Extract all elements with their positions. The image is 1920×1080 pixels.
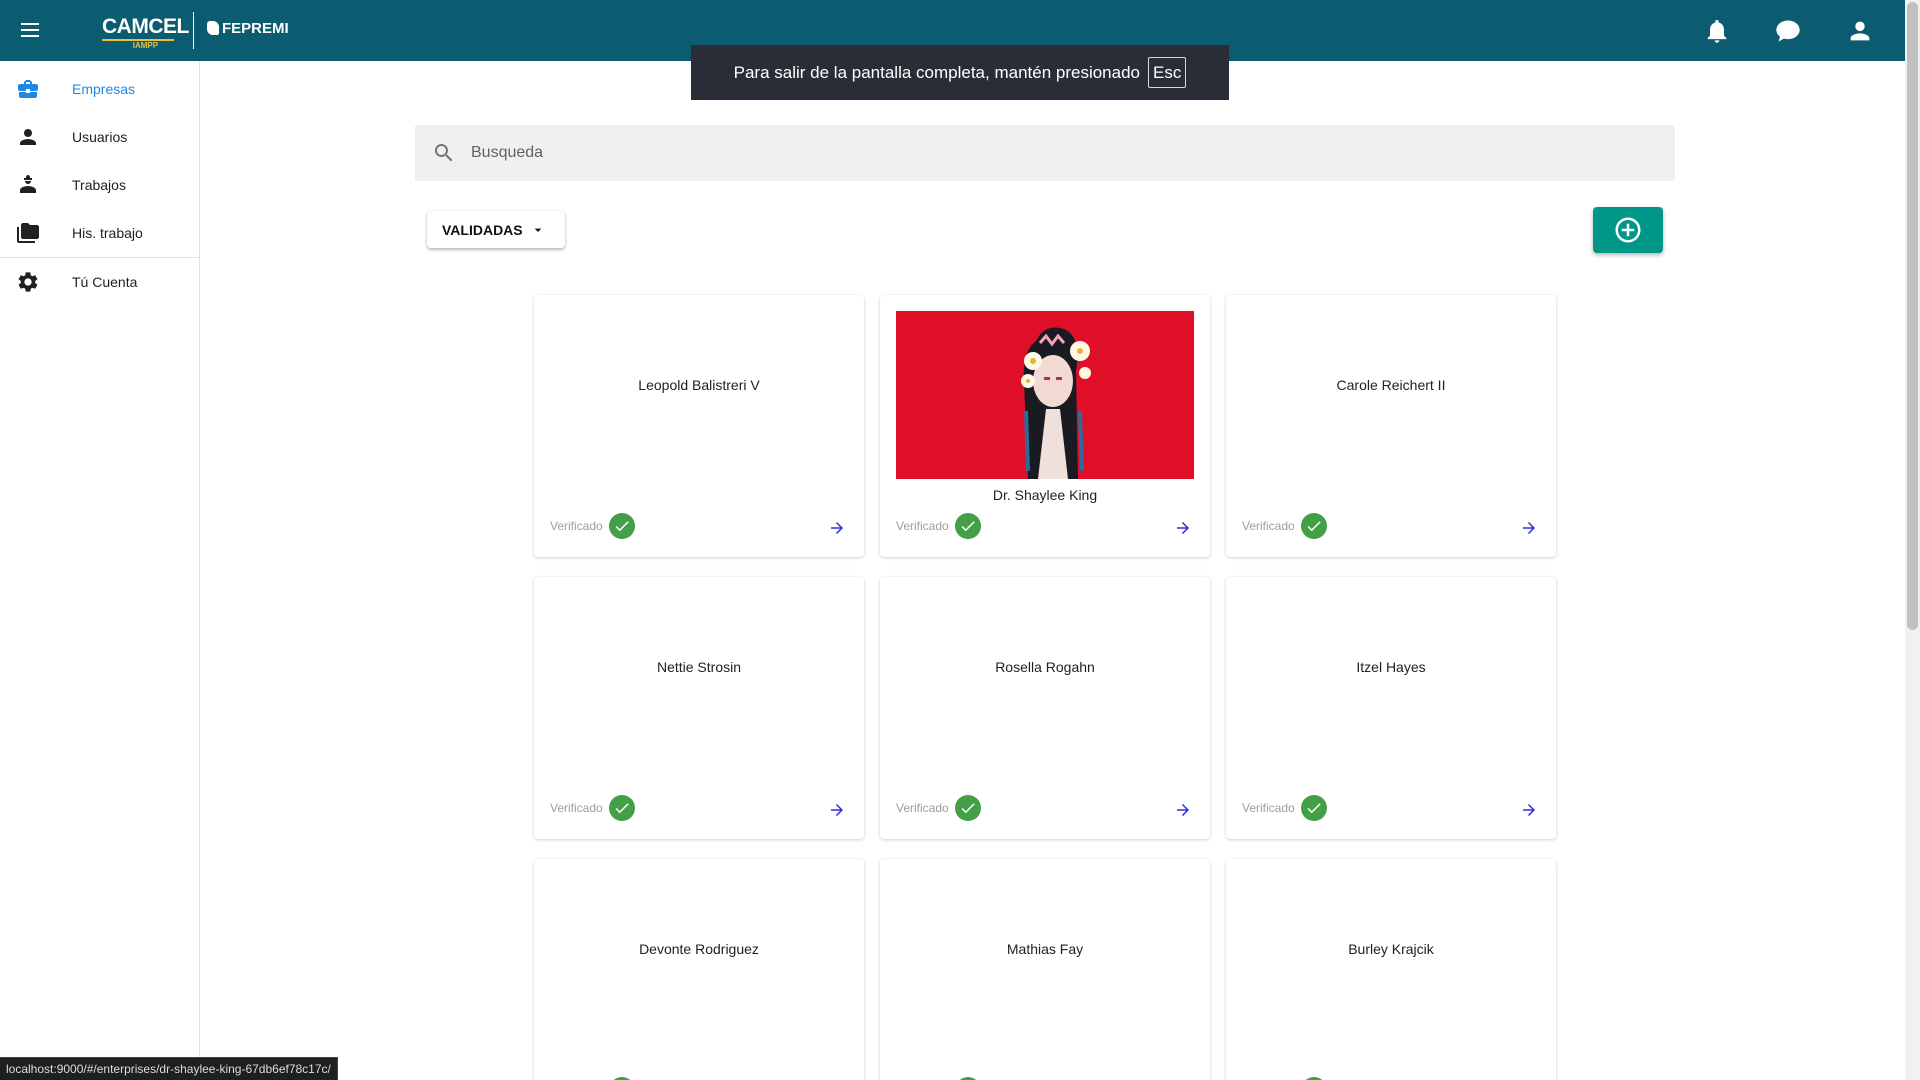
sidebar-item-tu-cuenta[interactable]: Tú Cuenta xyxy=(0,258,199,306)
scrollbar-thumb[interactable] xyxy=(1907,2,1918,630)
enterprise-image xyxy=(896,311,1194,479)
camcel-logo-sub: IAMPP xyxy=(132,41,159,50)
check-circle-icon xyxy=(608,513,635,539)
chat-icon[interactable] xyxy=(1774,17,1802,45)
link-status-bar: localhost:9000/#/enterprises/dr-shaylee-… xyxy=(0,1057,338,1080)
check-circle-icon xyxy=(608,795,635,821)
arrow-right-icon[interactable] xyxy=(1174,519,1192,537)
verified-label: Verificado xyxy=(1242,519,1295,533)
bell-icon[interactable] xyxy=(1703,17,1731,45)
verified-status: Verificado xyxy=(550,795,635,821)
verified-label: Verificado xyxy=(896,801,949,815)
add-enterprise-button[interactable] xyxy=(1593,207,1663,253)
sidebar-item-label: Usuarios xyxy=(72,129,128,145)
sidebar-item-label: Tú Cuenta xyxy=(72,274,138,290)
add-circle-icon xyxy=(1615,217,1641,243)
enterprise-card[interactable]: Devonte RodriguezVerificado xyxy=(534,859,864,1080)
sidebar-item-label: His. trabajo xyxy=(72,225,143,241)
enterprise-name: Carole Reichert II xyxy=(1336,377,1446,393)
arrow-right-icon[interactable] xyxy=(1520,801,1538,819)
sidebar: Empresas Usuarios Trabajos His. trabajo … xyxy=(0,61,200,1080)
enterprise-name: Nettie Strosin xyxy=(656,659,742,675)
fullscreen-notice-text: Para salir de la pantalla completa, mant… xyxy=(733,62,1140,82)
gear-icon xyxy=(16,270,40,294)
arrow-right-icon[interactable] xyxy=(1174,801,1192,819)
verified-status: Verificado xyxy=(1242,513,1327,539)
enterprise-name: Rosella Rogahn xyxy=(995,659,1095,675)
fullscreen-notice: Para salir de la pantalla completa, mant… xyxy=(691,45,1229,100)
sidebar-item-label: Trabajos xyxy=(72,177,126,193)
sidebar-item-usuarios[interactable]: Usuarios xyxy=(0,113,199,161)
verified-label: Verificado xyxy=(896,519,949,533)
check-circle-icon xyxy=(1300,513,1327,539)
check-circle-icon xyxy=(954,795,981,821)
caret-down-icon xyxy=(530,222,546,238)
verified-status: Verificado xyxy=(1242,795,1327,821)
arrow-right-icon[interactable] xyxy=(828,801,846,819)
sidebar-item-trabajos[interactable]: Trabajos xyxy=(0,161,199,209)
filter-selected-label: VALIDADAS xyxy=(442,222,523,238)
sidebar-item-empresas[interactable]: Empresas xyxy=(0,65,199,113)
enterprise-name: Itzel Hayes xyxy=(1356,659,1426,675)
filter-dropdown[interactable]: VALIDADAS xyxy=(427,211,565,248)
verified-label: Verificado xyxy=(550,801,603,815)
enterprise-name: Dr. Shaylee King xyxy=(992,487,1098,503)
enterprise-card[interactable]: Dr. Shaylee King Verificado xyxy=(880,295,1210,557)
sidebar-item-his-trabajo[interactable]: His. trabajo xyxy=(0,209,199,257)
enterprise-card[interactable]: Itzel Hayes Verificado xyxy=(1226,577,1556,839)
verified-label: Verificado xyxy=(550,519,603,533)
verified-status: Verificado xyxy=(896,795,981,821)
enterprise-name: Mathias Fay xyxy=(1006,941,1084,957)
account-icon[interactable] xyxy=(1846,17,1874,45)
enterprise-card[interactable]: Nettie Strosin Verificado xyxy=(534,577,864,839)
verified-status: Verificado xyxy=(550,513,635,539)
search-bar xyxy=(415,125,1675,181)
enterprise-card[interactable]: Rosella Rogahn Verificado xyxy=(880,577,1210,839)
enterprise-card[interactable]: Burley KrajcikVerificado xyxy=(1226,859,1556,1080)
enterprise-name: Devonte Rodriguez xyxy=(639,941,759,957)
worker-icon xyxy=(16,173,40,197)
esc-key-badge: Esc xyxy=(1148,57,1187,88)
enterprise-card[interactable]: Leopold Balistreri V Verificado xyxy=(534,295,864,557)
arrow-right-icon[interactable] xyxy=(828,519,846,537)
sidebar-item-label: Empresas xyxy=(72,81,136,97)
verified-status: Verificado xyxy=(896,513,981,539)
fepremi-logo-text: FEPREMI xyxy=(222,20,289,37)
enterprise-name: Leopold Balistreri V xyxy=(638,377,760,393)
camcel-logo: CAMCEL IAMPP xyxy=(102,16,189,50)
enterprise-name: Burley Krajcik xyxy=(1348,941,1434,957)
briefcase-icon xyxy=(16,77,40,101)
arrow-right-icon[interactable] xyxy=(1520,519,1538,537)
check-circle-icon xyxy=(954,513,981,539)
menu-icon[interactable] xyxy=(16,16,44,44)
folder-icon xyxy=(16,221,40,245)
enterprise-card[interactable]: Carole Reichert II Verificado xyxy=(1226,295,1556,557)
verified-label: Verificado xyxy=(1242,801,1295,815)
search-icon xyxy=(432,141,456,165)
fepremi-logo: FEPREMI xyxy=(207,21,289,36)
enterprise-card[interactable]: Mathias FayVerificado xyxy=(880,859,1210,1080)
person-icon xyxy=(16,125,40,149)
search-input[interactable] xyxy=(471,125,1651,181)
check-circle-icon xyxy=(1300,795,1327,821)
logo-divider xyxy=(193,12,194,49)
camcel-logo-text: CAMCEL xyxy=(102,15,189,38)
scrollbar[interactable] xyxy=(1905,0,1920,1080)
